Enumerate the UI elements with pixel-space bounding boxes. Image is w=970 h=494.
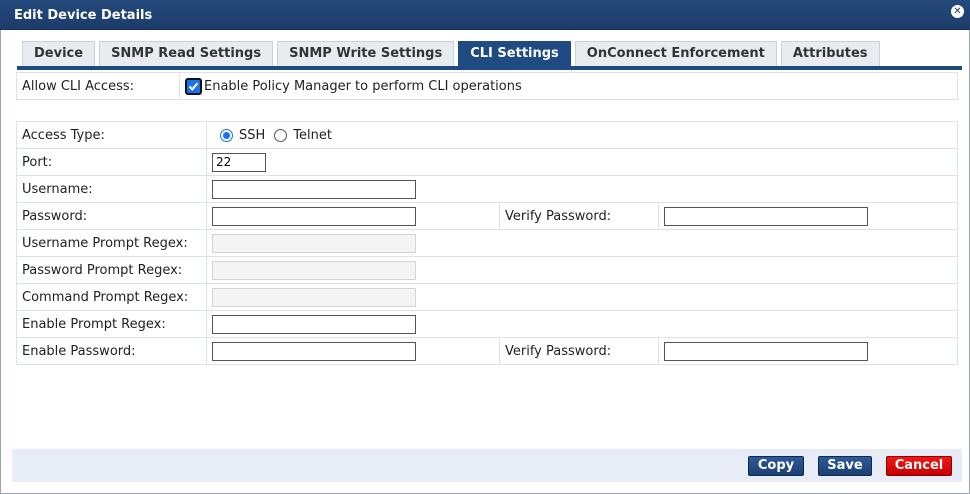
enable-prompt-regex-row: Enable Prompt Regex:	[16, 310, 958, 338]
enable-prompt-regex-cell	[206, 310, 958, 338]
verify-password-cell	[658, 202, 958, 230]
username-prompt-regex-label: Username Prompt Regex:	[16, 229, 207, 257]
port-row: Port:	[16, 148, 958, 176]
port-label: Port:	[16, 148, 207, 176]
edit-device-dialog: Device SNMP Read Settings SNMP Write Set…	[0, 30, 970, 494]
verify-password-label: Verify Password:	[499, 202, 659, 230]
command-prompt-regex-row: Command Prompt Regex:	[16, 283, 958, 311]
enable-prompt-regex-input[interactable]	[212, 314, 416, 334]
password-prompt-regex-row: Password Prompt Regex:	[16, 256, 958, 284]
enable-prompt-regex-label: Enable Prompt Regex:	[16, 310, 207, 338]
password-prompt-regex-label: Password Prompt Regex:	[16, 256, 207, 284]
tab-device[interactable]: Device	[22, 41, 96, 66]
access-type-telnet-radio[interactable]	[274, 128, 288, 142]
allow-cli-access-label: Allow CLI Access:	[16, 72, 180, 100]
password-prompt-regex-cell	[206, 256, 958, 284]
password-label: Password:	[16, 202, 207, 230]
tab-attributes[interactable]: Attributes	[780, 41, 880, 66]
tab-bar: Device SNMP Read Settings SNMP Write Set…	[22, 41, 884, 66]
save-button[interactable]: Save	[818, 456, 872, 476]
access-type-cell: SSH Telnet	[206, 121, 958, 149]
command-prompt-regex-cell	[206, 283, 958, 311]
verify-enable-password-cell	[658, 337, 958, 365]
tab-underline	[17, 66, 962, 70]
username-prompt-regex-row: Username Prompt Regex:	[16, 229, 958, 257]
password-row: Password: Verify Password:	[16, 202, 958, 230]
copy-button[interactable]: Copy	[748, 456, 804, 476]
access-type-telnet-label: Telnet	[293, 127, 332, 143]
enable-password-cell	[206, 337, 500, 365]
dialog-footer: Copy Save Cancel	[12, 449, 962, 482]
port-cell	[206, 148, 958, 176]
username-row: Username:	[16, 175, 958, 203]
close-icon[interactable]: ✕	[951, 5, 964, 18]
username-label: Username:	[16, 175, 207, 203]
enable-password-label: Enable Password:	[16, 337, 207, 365]
access-type-row: Access Type: SSH Telnet	[16, 121, 958, 149]
password-prompt-regex-input	[212, 260, 416, 280]
cancel-button[interactable]: Cancel	[886, 456, 952, 476]
tab-snmp-read-settings[interactable]: SNMP Read Settings	[99, 41, 274, 66]
cli-access-table: Allow CLI Access: Enable Policy Manager …	[16, 72, 958, 100]
port-input[interactable]	[212, 152, 266, 172]
username-prompt-regex-input	[212, 233, 416, 253]
allow-cli-access-checkbox[interactable]	[185, 77, 202, 95]
access-type-label: Access Type:	[16, 121, 207, 149]
allow-cli-access-cell: Enable Policy Manager to perform CLI ope…	[179, 72, 958, 100]
command-prompt-regex-input	[212, 287, 416, 307]
password-cell	[206, 202, 500, 230]
verify-enable-password-input[interactable]	[664, 341, 868, 361]
password-input[interactable]	[212, 206, 416, 226]
dialog-title: Edit Device Details	[14, 8, 153, 23]
enable-password-row: Enable Password: Verify Password:	[16, 337, 958, 365]
check-icon	[188, 82, 199, 91]
username-input[interactable]	[212, 179, 416, 199]
access-type-ssh-radio[interactable]	[220, 128, 233, 142]
command-prompt-regex-label: Command Prompt Regex:	[16, 283, 207, 311]
allow-cli-access-checkbox-label: Enable Policy Manager to perform CLI ope…	[204, 78, 522, 94]
tab-cli-settings[interactable]: CLI Settings	[458, 41, 571, 66]
verify-password-input[interactable]	[664, 206, 868, 226]
username-cell	[206, 175, 958, 203]
enable-password-input[interactable]	[212, 341, 416, 361]
tab-snmp-write-settings[interactable]: SNMP Write Settings	[277, 41, 455, 66]
verify-enable-password-label: Verify Password:	[499, 337, 659, 365]
tab-onconnect-enforcement[interactable]: OnConnect Enforcement	[574, 41, 777, 66]
access-type-ssh-label: SSH	[239, 127, 266, 143]
dialog-title-bar: Edit Device Details ✕	[0, 0, 970, 30]
username-prompt-regex-cell	[206, 229, 958, 257]
cli-settings-form: Access Type: SSH Telnet Port: Username: P…	[16, 121, 958, 365]
